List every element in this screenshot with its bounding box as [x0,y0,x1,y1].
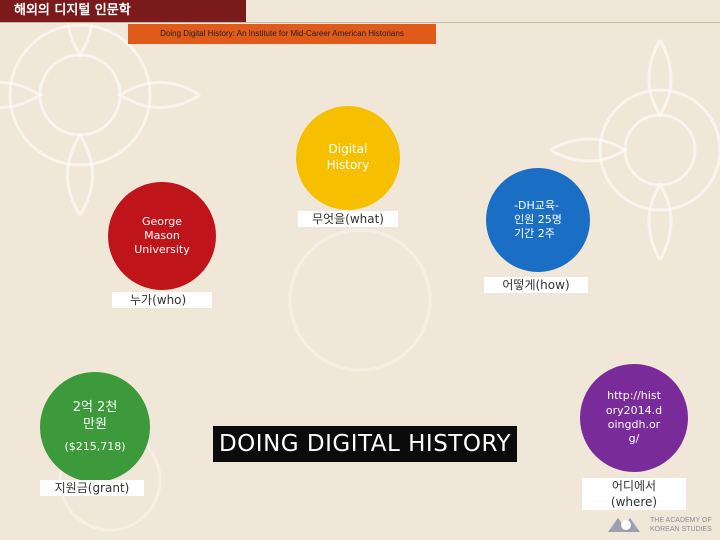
url-text[interactable]: http://hist ory2014.d oingdh.or g/ [606,389,662,446]
grant-amount: 2억 2천 만원 [72,399,118,432]
grant-label: 지원금(grant) [40,480,144,496]
academy-name: THE ACADEMY OF KOREAN STUDIES [650,517,712,533]
logo-text: DOING DIGITAL HISTORY [218,431,512,457]
grant-label-text: 지원금(grant) [54,481,130,495]
page-title: 해외의 디지털 인문학 [0,0,246,22]
grant-text: 2억 2천 만원 ($215,718) [64,386,125,469]
method-text: -DH교육- 인원 25명 기간 2주 [514,198,562,241]
how-label-text: 어떻게(how) [502,278,570,292]
what-label-text: 무엇을(what) [312,212,384,226]
how-label: 어떻게(how) [484,277,588,293]
where-label-text: 어디에서 (where) [610,479,658,509]
organization-circle: George Mason University [108,182,216,290]
url-circle: http://hist ory2014.d oingdh.or g/ [580,364,688,472]
what-label: 무엇을(what) [298,211,398,227]
subtitle-banner: Doing Digital History: An Institute for … [128,24,436,44]
academy-logo: THE ACADEMY OF KOREAN STUDIES [606,514,716,538]
academy-emblem-icon [608,518,640,532]
doing-digital-history-logo: DOING DIGITAL HISTORY [213,426,517,462]
topic-circle: Digital History [296,106,400,210]
organization-text: George Mason University [134,214,190,257]
grant-circle: 2억 2천 만원 ($215,718) [40,372,150,482]
who-label: 누가(who) [112,292,212,308]
who-label-text: 누가(who) [130,293,187,307]
method-circle: -DH교육- 인원 25명 기간 2주 [486,168,590,272]
grant-usd: ($215,718) [64,439,126,453]
where-label: 어디에서 (where) [582,478,686,510]
topic-text: Digital History [326,142,370,172]
header-divider [0,22,720,23]
